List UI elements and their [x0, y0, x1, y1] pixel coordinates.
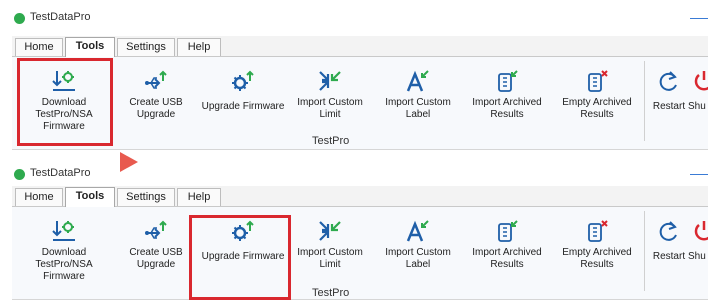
import-custom-label-label: Import Custom Label: [385, 97, 451, 120]
ribbon-toolbar: Download TestPro/NSA Firmware Create USB…: [12, 207, 708, 300]
import-custom-limit-icon: [317, 219, 343, 243]
empty-archived-results-icon: [584, 69, 610, 93]
usb-upgrade-icon: [143, 69, 169, 93]
shutdown-label: Shu: [688, 251, 706, 262]
import-custom-label-button[interactable]: Import Custom Label: [380, 207, 456, 271]
create-usb-upgrade-button[interactable]: Create USB Upgrade: [122, 207, 190, 271]
screenshot-panel-2: TestDataPro Home Tools Settings Help Dow…: [0, 160, 720, 303]
app-title: TestDataPro: [30, 167, 91, 179]
restart-label: Restart: [652, 251, 686, 262]
download-firmware-label: Download TestPro/NSA Firmware: [35, 247, 93, 282]
import-custom-label-label: Import Custom Label: [385, 247, 451, 270]
import-custom-label-icon: [405, 69, 431, 93]
create-usb-upgrade-label: Create USB Upgrade: [129, 247, 183, 270]
app-logo-icon: [14, 13, 25, 24]
title-bar: TestDataPro: [0, 8, 720, 28]
shutdown-icon: [692, 219, 708, 243]
group-separator: [644, 61, 645, 141]
restart-label: Restart: [652, 101, 686, 112]
minimize-button[interactable]: [690, 18, 708, 19]
upgrade-firmware-icon: [230, 69, 256, 93]
app-logo-icon: [14, 169, 25, 180]
import-archived-results-icon: [494, 69, 520, 93]
import-custom-label-icon: [405, 219, 431, 243]
import-custom-label-button[interactable]: Import Custom Label: [380, 57, 456, 121]
tab-help[interactable]: Help: [177, 38, 221, 56]
upgrade-firmware-label: Upgrade Firmware: [201, 101, 285, 112]
import-custom-limit-button[interactable]: Import Custom Limit: [292, 57, 368, 121]
restart-button[interactable]: Restart: [650, 57, 688, 113]
title-bar: TestDataPro: [0, 164, 720, 184]
minimize-button[interactable]: [690, 174, 708, 175]
app-title: TestDataPro: [30, 11, 91, 23]
tab-tools[interactable]: Tools: [65, 187, 115, 207]
ribbon-toolbar: Download TestPro/NSA Firmware Create USB…: [12, 57, 708, 150]
ribbon-tabs: Home Tools Settings Help: [12, 36, 708, 57]
import-custom-limit-label: Import Custom Limit: [297, 97, 363, 120]
shutdown-button[interactable]: Shu: [688, 57, 708, 113]
shutdown-label: Shu: [688, 101, 706, 112]
restart-icon: [656, 219, 682, 243]
group-label: TestPro: [312, 135, 350, 147]
import-archived-results-label: Import Archived Results: [472, 247, 542, 270]
shutdown-button[interactable]: Shu: [688, 207, 708, 263]
highlight-upgrade-firmware: [189, 215, 291, 300]
group-separator: [644, 211, 645, 291]
tab-settings[interactable]: Settings: [117, 188, 175, 206]
import-archived-results-button[interactable]: Import Archived Results: [468, 207, 546, 271]
import-archived-results-icon: [494, 219, 520, 243]
empty-archived-results-label: Empty Archived Results: [562, 97, 632, 120]
restart-icon: [656, 69, 682, 93]
import-custom-limit-label: Import Custom Limit: [297, 247, 363, 270]
import-archived-results-button[interactable]: Import Archived Results: [468, 57, 546, 121]
shutdown-icon: [692, 69, 708, 93]
usb-upgrade-icon: [143, 219, 169, 243]
screenshot-panel-1: TestDataPro Home Tools Settings Help Dow…: [0, 0, 720, 172]
highlight-download-firmware: [17, 58, 113, 146]
create-usb-upgrade-label: Create USB Upgrade: [129, 97, 183, 120]
empty-archived-results-icon: [584, 219, 610, 243]
download-firmware-button[interactable]: Download TestPro/NSA Firmware: [20, 207, 108, 283]
restart-button[interactable]: Restart: [650, 207, 688, 263]
group-label: TestPro: [312, 287, 350, 299]
tab-help[interactable]: Help: [177, 188, 221, 206]
empty-archived-results-button[interactable]: Empty Archived Results: [558, 207, 636, 271]
import-custom-limit-button[interactable]: Import Custom Limit: [292, 207, 368, 271]
tab-settings[interactable]: Settings: [117, 38, 175, 56]
tab-tools[interactable]: Tools: [65, 37, 115, 57]
create-usb-upgrade-button[interactable]: Create USB Upgrade: [122, 57, 190, 121]
ribbon-tabs: Home Tools Settings Help: [12, 186, 708, 207]
download-firmware-icon: [51, 219, 77, 243]
empty-archived-results-label: Empty Archived Results: [562, 247, 632, 270]
tab-home[interactable]: Home: [15, 38, 63, 56]
empty-archived-results-button[interactable]: Empty Archived Results: [558, 57, 636, 121]
import-custom-limit-icon: [317, 69, 343, 93]
import-archived-results-label: Import Archived Results: [472, 97, 542, 120]
upgrade-firmware-button[interactable]: Upgrade Firmware: [198, 57, 288, 113]
tab-home[interactable]: Home: [15, 188, 63, 206]
